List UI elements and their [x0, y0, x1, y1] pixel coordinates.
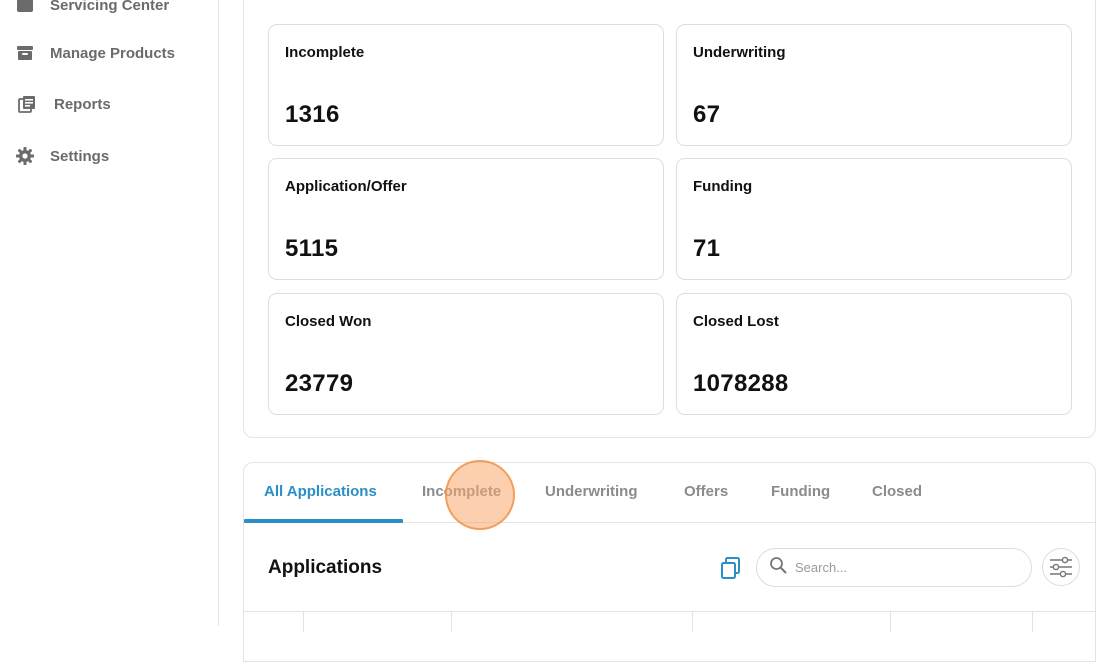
copy-button[interactable] [720, 556, 742, 580]
stat-label: Underwriting [693, 44, 786, 61]
table-column-divider [451, 612, 452, 632]
sidebar-item-settings[interactable]: Settings [14, 141, 109, 171]
tab-funding[interactable]: Funding [771, 483, 830, 500]
stat-value: 67 [693, 101, 721, 128]
application-tabs: All Applications Incomplete Underwriting… [244, 460, 1095, 530]
sidebar-item-manage-products[interactable]: Manage Products [14, 38, 175, 68]
tab-offers[interactable]: Offers [684, 483, 728, 500]
folder-icon [14, 0, 36, 16]
stat-value: 1316 [285, 101, 340, 128]
table-column-divider [1032, 612, 1033, 632]
tab-incomplete[interactable]: Incomplete [422, 483, 501, 500]
reports-icon [16, 93, 38, 115]
archive-icon [14, 42, 36, 64]
stat-card-incomplete[interactable]: Incomplete 1316 [268, 24, 664, 146]
stat-label: Closed Lost [693, 313, 779, 330]
search-icon [769, 556, 787, 579]
sidebar-item-label: Servicing Center [50, 0, 170, 14]
sidebar-item-label: Settings [50, 147, 110, 165]
stat-card-underwriting[interactable]: Underwriting 67 [676, 24, 1072, 146]
gear-icon [14, 145, 36, 167]
sidebar-item-reports[interactable]: Reports [16, 89, 111, 119]
main-content: Incomplete 1316 Underwriting 67 Applicat… [219, 0, 1120, 662]
applications-title: Applications [268, 557, 383, 578]
sidebar-item-label: Manage Products [50, 44, 176, 62]
table-header-divider [244, 611, 1095, 612]
table-column-divider [692, 612, 693, 632]
stat-label: Incomplete [285, 44, 365, 61]
sidebar-item-servicing-center[interactable]: Servicing Center [14, 0, 169, 20]
table-column-divider [890, 612, 891, 632]
tab-all-applications[interactable]: All Applications [264, 483, 377, 500]
applications-panel: All Applications Incomplete Underwriting… [243, 460, 1096, 662]
stat-card-closed-won[interactable]: Closed Won 23779 [268, 293, 664, 415]
tab-closed[interactable]: Closed [872, 483, 922, 500]
stat-card-closed-lost[interactable]: Closed Lost 1078288 [676, 293, 1072, 415]
stat-label: Funding [693, 178, 753, 195]
stat-card-funding[interactable]: Funding 71 [676, 158, 1072, 280]
sliders-icon [1050, 556, 1072, 578]
stat-value: 23779 [285, 370, 354, 397]
stats-panel: Incomplete 1316 Underwriting 67 Applicat… [243, 0, 1096, 438]
stat-value: 5115 [285, 235, 339, 262]
search-input[interactable] [795, 560, 1015, 575]
copy-icon [721, 557, 740, 579]
active-tab-indicator [244, 519, 403, 523]
stat-label: Closed Won [285, 313, 372, 330]
filter-button[interactable] [1042, 548, 1080, 586]
table-column-divider [303, 612, 304, 632]
search-box[interactable] [756, 548, 1032, 587]
stat-card-application-offer[interactable]: Application/Offer 5115 [268, 158, 664, 280]
tab-underwriting[interactable]: Underwriting [545, 483, 638, 500]
sidebar-item-label: Reports [54, 95, 111, 113]
stat-label: Application/Offer [285, 178, 407, 195]
stat-value: 1078288 [693, 370, 789, 397]
stat-value: 71 [693, 235, 721, 262]
sidebar: Servicing Center Manage Products Reports [0, 0, 219, 626]
